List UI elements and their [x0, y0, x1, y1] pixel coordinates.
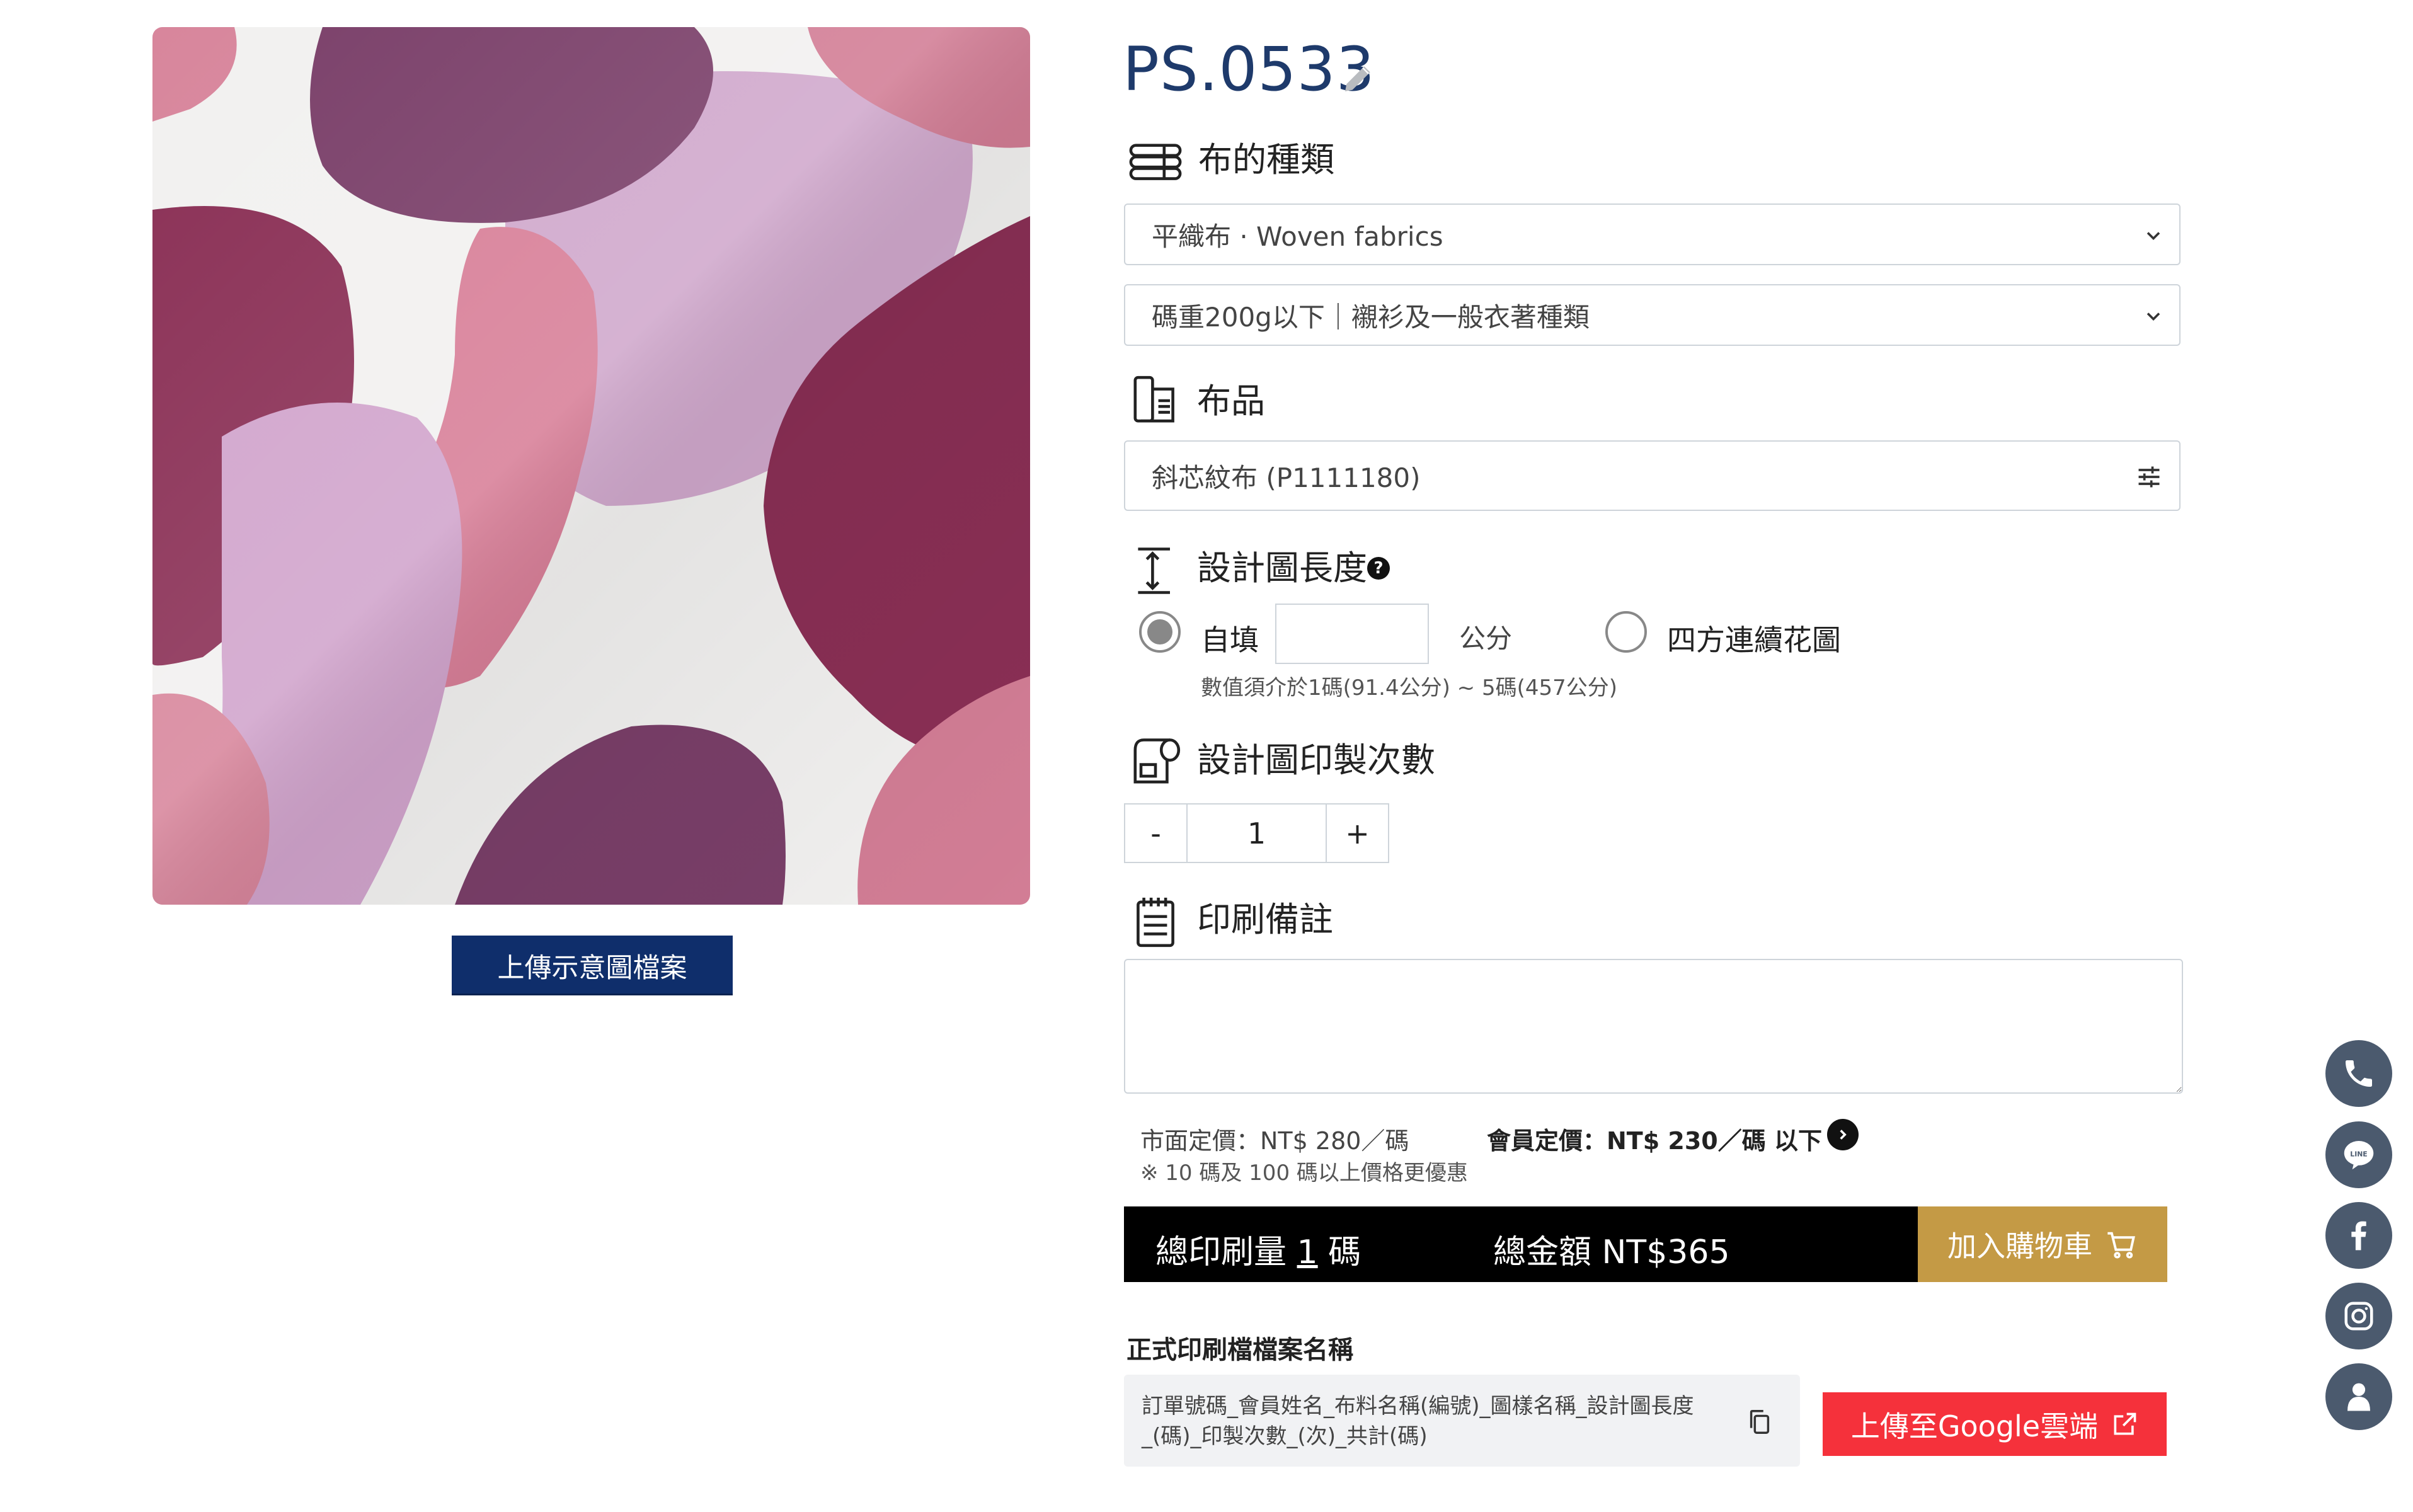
- length-ruler-icon: [1138, 547, 1170, 594]
- length-hint: 數值須介於1碼(91.4公分) ~ 5碼(457公分): [1201, 675, 1618, 701]
- design-length-title: 設計圖長度: [1197, 548, 1367, 588]
- fabric-title: 布品: [1197, 381, 1265, 421]
- print-roll-icon: [1133, 738, 1181, 784]
- total-quantity: 總印刷量 1 碼: [1155, 1225, 1361, 1273]
- filename-template-text: 訂單號碼_會員姓名_布料名稱(編號)_圖樣名稱_設計圖長度_(碼)_印製次數_(…: [1142, 1394, 1694, 1449]
- external-link-icon: [2114, 1412, 2136, 1435]
- increment-button[interactable]: +: [1327, 805, 1388, 862]
- total-quantity-value: 1: [1297, 1234, 1318, 1271]
- filename-title: 正式印刷檔檔案名稱: [1126, 1336, 1353, 1365]
- chevron-down-icon: [2146, 232, 2160, 241]
- svg-text:LINE: LINE: [2350, 1150, 2367, 1159]
- edit-pencil-icon[interactable]: [1341, 60, 1376, 96]
- fabric-preview-image: [152, 27, 1030, 905]
- fabric-selector[interactable]: 斜芯紋布 (P1111180): [1124, 440, 2181, 511]
- custom-length-label: 自填: [1201, 623, 1259, 657]
- chevron-down-icon: [2146, 312, 2160, 321]
- print-notes-textarea[interactable]: [1124, 959, 2183, 1094]
- fabric-selected-value: 斜芯紋布 (P1111180): [1152, 462, 1421, 493]
- repeat-pattern-label: 四方連續花圖: [1667, 623, 1841, 657]
- design-code-title: PS.0533: [1123, 34, 1375, 105]
- help-icon[interactable]: ?: [1367, 557, 1390, 580]
- total-quantity-unit: 碼: [1328, 1234, 1361, 1271]
- length-unit-label: 公分: [1459, 623, 1513, 654]
- filter-sliders-icon[interactable]: [2135, 463, 2163, 491]
- add-to-cart-label: 加入購物車: [1947, 1229, 2092, 1263]
- user-icon: [2347, 1383, 2370, 1411]
- member-price: 會員定價：NT$ 230／碼 以下: [1487, 1127, 1822, 1155]
- line-float-button[interactable]: LINE: [2325, 1121, 2392, 1188]
- add-to-cart-button[interactable]: 加入購物車: [1918, 1206, 2167, 1282]
- notes-title: 印刷備註: [1197, 900, 1333, 939]
- facebook-float-button[interactable]: [2325, 1202, 2392, 1269]
- fabric-weight-selected-value: 碼重200g以下｜襯衫及一般衣著種類: [1152, 301, 1590, 333]
- facebook-icon: [2351, 1221, 2366, 1251]
- discount-note: ※ 10 碼及 100 碼以上價格更優惠: [1140, 1160, 1468, 1186]
- print-count-title: 設計圖印製次數: [1197, 740, 1435, 780]
- instagram-float-button[interactable]: [2325, 1283, 2392, 1349]
- fabric-rolls-icon: [1129, 144, 1182, 180]
- fabric-weight-select[interactable]: 碼重200g以下｜襯衫及一般衣著種類: [1124, 284, 2181, 346]
- chevron-right-icon[interactable]: [1827, 1119, 1859, 1150]
- copy-icon[interactable]: [1745, 1407, 1774, 1436]
- custom-length-radio[interactable]: [1139, 611, 1181, 653]
- custom-length-input[interactable]: [1275, 604, 1429, 664]
- line-icon: LINE: [2344, 1141, 2374, 1170]
- cart-icon: [2107, 1232, 2135, 1259]
- total-amount: 總金額 NT$365: [1493, 1234, 1730, 1271]
- upload-sketch-button[interactable]: 上傳示意圖檔案: [452, 936, 733, 995]
- upload-google-drive-button[interactable]: 上傳至Google雲端: [1823, 1392, 2167, 1456]
- repeat-pattern-radio[interactable]: [1605, 611, 1647, 653]
- decrement-button[interactable]: -: [1125, 805, 1188, 862]
- fabric-book-icon: [1133, 375, 1174, 423]
- fabric-type-select[interactable]: 平織布 · Woven fabrics: [1124, 203, 2181, 265]
- market-price: 市面定價：NT$ 280／碼: [1140, 1127, 1409, 1155]
- instagram-icon: [2344, 1302, 2373, 1331]
- print-count-stepper[interactable]: - 1 +: [1124, 803, 1389, 863]
- account-float-button[interactable]: [2325, 1363, 2392, 1430]
- upload-google-label: 上傳至Google雲端: [1850, 1409, 2099, 1443]
- notepad-icon: [1137, 897, 1174, 948]
- fabric-type-title: 布的種類: [1198, 140, 1334, 180]
- filename-template-box: 訂單號碼_會員姓名_布料名稱(編號)_圖樣名稱_設計圖長度_(碼)_印製次數_(…: [1124, 1375, 1800, 1467]
- print-count-value[interactable]: 1: [1188, 805, 1327, 862]
- fabric-type-selected-value: 平織布 · Woven fabrics: [1152, 220, 1443, 252]
- total-quantity-prefix: 總印刷量: [1155, 1234, 1287, 1271]
- phone-float-button[interactable]: [2325, 1040, 2392, 1107]
- phone-icon: [2346, 1060, 2372, 1087]
- radio-selected-dot: [1147, 619, 1172, 644]
